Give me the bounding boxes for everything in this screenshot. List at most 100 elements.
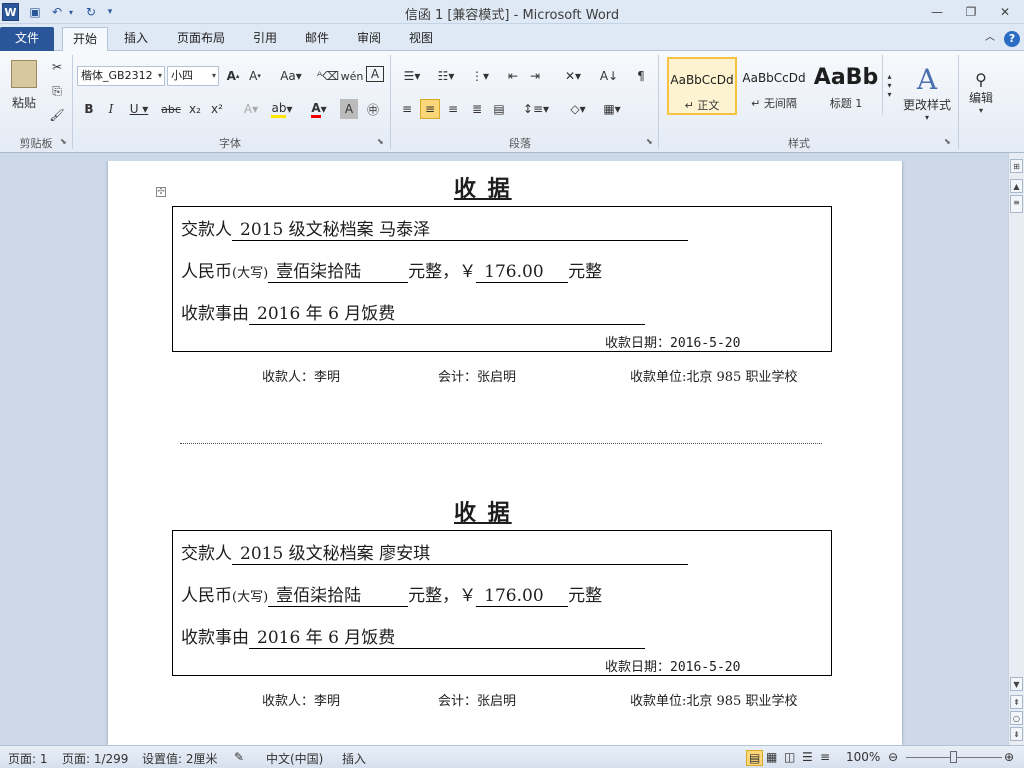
distributed-icon[interactable]: ▤ xyxy=(490,99,508,119)
title-bar: W ▣ ↶ ▾ ↻ ▾ 信函 1 [兼容模式] - Microsoft Word… xyxy=(0,0,1024,24)
phonetic-guide-icon[interactable]: wén xyxy=(341,66,364,86)
draft-icon[interactable]: ≡ xyxy=(820,750,830,764)
char-shading-icon[interactable]: A xyxy=(340,99,358,119)
payer-line: 交款人 2015 级文秘档案 马泰泽 xyxy=(181,215,688,241)
chevron-down-icon: ▾ xyxy=(157,71,162,80)
minimize-ribbon-icon[interactable]: ︿ xyxy=(980,27,1000,51)
line-spacing-icon[interactable]: ↕≡▾ xyxy=(522,99,550,119)
shrink-font-icon[interactable]: A ▾ xyxy=(246,66,264,86)
scroll-thumb[interactable]: ≡ xyxy=(1010,195,1023,213)
align-center-icon[interactable]: ≡ xyxy=(420,99,440,119)
receipt-box[interactable]: 交款人 2015 级文秘档案 马泰泽 人民币(大写) 壹佰柒拾陆 元整，￥ 176.00… xyxy=(172,206,832,352)
align-right-icon[interactable]: ≡ xyxy=(444,99,462,119)
decrease-indent-icon[interactable]: ⇤ xyxy=(504,66,522,86)
payer-value: 2015 级文秘档案 马泰泽 xyxy=(232,215,688,241)
style-normal[interactable]: AaBbCcDd ↵ 正文 xyxy=(667,57,737,115)
underline-button[interactable]: U ▾ xyxy=(126,99,152,119)
change-case-icon[interactable]: Aa▾ xyxy=(278,66,304,86)
enclose-char-icon[interactable]: ㊥ xyxy=(364,99,382,119)
style-no-spacing[interactable]: AaBbCcDd ↵ 无间隔 xyxy=(739,57,809,115)
zoom-in-icon[interactable]: ⊕ xyxy=(1004,750,1014,764)
chinese-layout-icon[interactable]: ✕▾ xyxy=(560,66,586,86)
subscript-button[interactable]: x₂ xyxy=(186,99,204,119)
ruler-strip xyxy=(0,153,1024,161)
print-layout-icon[interactable]: ▤ xyxy=(746,750,764,766)
increase-indent-icon[interactable]: ⇥ xyxy=(526,66,544,86)
previous-page-icon[interactable]: ⇞ xyxy=(1010,695,1023,709)
char-border-icon[interactable]: A xyxy=(366,66,384,82)
font-name-combo[interactable]: 楷体_GB2312 ▾ xyxy=(77,66,165,86)
paste-button[interactable]: 粘贴 xyxy=(6,55,42,115)
group-paragraph-label: 段落 xyxy=(509,137,531,150)
justify-icon[interactable]: ≣ xyxy=(468,99,486,119)
align-left-icon[interactable]: ≡ xyxy=(398,99,416,119)
tab-mailings[interactable]: 邮件 xyxy=(296,27,338,51)
bold-button[interactable]: B xyxy=(80,99,98,119)
full-reading-icon[interactable]: ▦ xyxy=(766,750,777,764)
tab-references[interactable]: 引用 xyxy=(244,27,286,51)
zoom-slider-thumb[interactable] xyxy=(950,751,957,763)
tab-page-layout[interactable]: 页面布局 xyxy=(168,27,234,51)
sort-icon[interactable]: A↓ xyxy=(598,66,620,86)
show-marks-icon[interactable]: ¶ xyxy=(632,66,650,86)
group-font-label: 字体 xyxy=(219,137,241,150)
outline-icon[interactable]: ☰ xyxy=(802,750,813,764)
tab-file[interactable]: 文件 xyxy=(0,27,54,51)
shading-icon[interactable]: ◇▾ xyxy=(564,99,592,119)
strikethrough-button[interactable]: abc xyxy=(160,99,182,119)
bullets-icon[interactable]: ☰▾ xyxy=(398,66,426,86)
superscript-button[interactable]: x² xyxy=(208,99,226,119)
status-language[interactable]: 中文(中国) xyxy=(266,750,323,767)
receiving-unit: 收款单位:北京 985 职业学校 xyxy=(630,370,798,385)
scroll-up-icon[interactable]: ▲ xyxy=(1010,179,1023,193)
next-page-icon[interactable]: ⇟ xyxy=(1010,727,1023,741)
restore-button[interactable]: ❐ xyxy=(958,3,984,21)
editing-button[interactable]: ⚲ 编辑 ▾ xyxy=(964,57,998,127)
styles-scroll[interactable]: ▴ ▾ ▾ xyxy=(882,55,896,115)
receipt-box[interactable]: 交款人 2015 级文秘档案 廖安琪 人民币(大写) 壹佰柒拾陆 元整，￥ 176.00… xyxy=(172,530,832,676)
table-move-handle-icon[interactable]: ✣ xyxy=(156,187,166,197)
browse-object-icon[interactable]: ○ xyxy=(1010,711,1023,725)
style-heading-1[interactable]: AaBb 标题 1 xyxy=(811,57,881,115)
minimize-button[interactable]: — xyxy=(924,3,950,21)
status-insert-mode[interactable]: 插入 xyxy=(342,750,366,767)
text-effects-icon[interactable]: A▾ xyxy=(240,99,262,119)
italic-button[interactable]: I xyxy=(102,99,120,119)
font-size-combo[interactable]: 小四 ▾ xyxy=(167,66,219,86)
tab-view[interactable]: 视图 xyxy=(400,27,442,51)
paragraph-launcher-icon[interactable]: ⬊ xyxy=(646,137,653,146)
help-icon[interactable]: ? xyxy=(1002,27,1022,51)
cut-icon[interactable]: ✂ xyxy=(48,57,66,77)
document-page[interactable]: ✣ 收 据 交款人 2015 级文秘档案 马泰泽 人民币(大写) 壹佰柒拾陆 元整，￥… xyxy=(108,161,902,745)
format-painter-icon[interactable]: 🖌 xyxy=(48,105,66,125)
web-layout-icon[interactable]: ◫ xyxy=(784,750,795,764)
reason-line: 收款事由 2016 年 6 月饭费 xyxy=(181,623,645,649)
numbering-icon[interactable]: ☷▾ xyxy=(432,66,460,86)
tab-insert[interactable]: 插入 xyxy=(114,27,158,51)
change-styles-button[interactable]: A 更改样式 ▾ xyxy=(902,57,952,127)
clear-format-icon[interactable]: ᴬ⌫ xyxy=(317,66,339,86)
tab-home[interactable]: 开始 xyxy=(62,27,108,51)
zoom-level[interactable]: 100% xyxy=(846,750,880,764)
styles-launcher-icon[interactable]: ⬊ xyxy=(944,137,951,146)
status-page[interactable]: 页面: 1 xyxy=(8,750,48,767)
close-button[interactable]: ✕ xyxy=(992,3,1018,21)
clipboard-launcher-icon[interactable]: ⬊ xyxy=(60,137,67,146)
zoom-out-icon[interactable]: ⊖ xyxy=(888,750,898,764)
font-color-icon[interactable]: A ▾ xyxy=(306,99,332,119)
highlight-color-icon[interactable]: ab ▾ xyxy=(268,99,296,119)
tab-review[interactable]: 审阅 xyxy=(348,27,390,51)
ruler-toggle-icon[interactable]: ⊞ xyxy=(1010,159,1023,173)
status-pages[interactable]: 页面: 1/299 xyxy=(62,750,128,767)
multilevel-list-icon[interactable]: ⋮▾ xyxy=(466,66,494,86)
font-launcher-icon[interactable]: ⬊ xyxy=(377,137,384,146)
copy-icon[interactable]: ⎘ xyxy=(48,81,66,101)
amount-line: 人民币(大写) 壹佰柒拾陆 元整，￥ 176.00 元整 xyxy=(181,581,602,607)
scroll-down-icon[interactable]: ▼ xyxy=(1010,677,1023,691)
status-setting[interactable]: 设置值: 2厘米 xyxy=(142,750,218,767)
borders-icon[interactable]: ▦▾ xyxy=(598,99,626,119)
document-workspace[interactable]: ✣ 收 据 交款人 2015 级文秘档案 马泰泽 人民币(大写) 壹佰柒拾陆 元整，￥… xyxy=(0,161,1008,745)
vertical-scrollbar[interactable]: ⊞ ▲ ≡ ▼ ⇞ ○ ⇟ xyxy=(1008,153,1024,745)
grow-font-icon[interactable]: A ▴ xyxy=(224,66,242,86)
proofing-icon[interactable]: ✎ xyxy=(234,750,244,764)
